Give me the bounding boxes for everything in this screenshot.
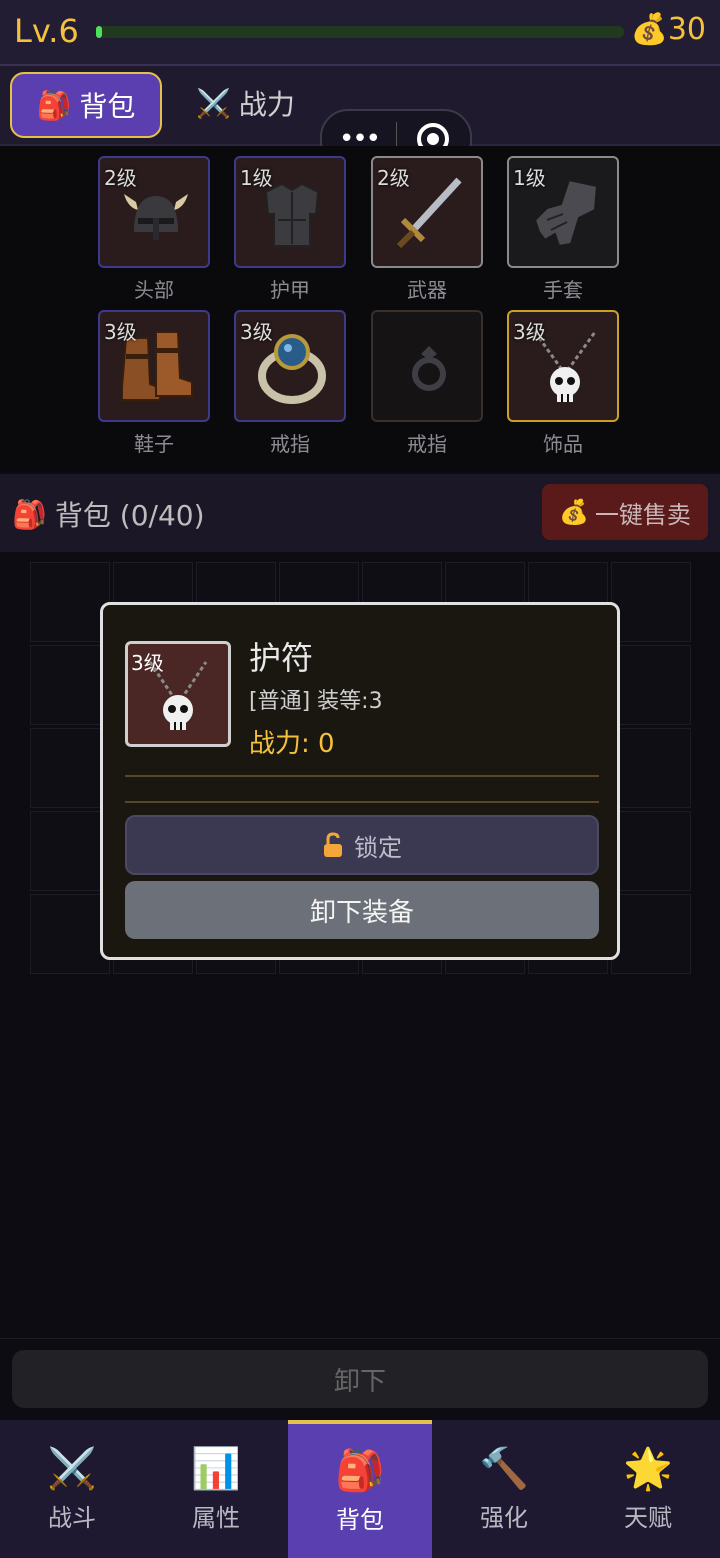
bag-title-text: 背包 (0/40) <box>54 499 205 532</box>
equip-slot-head[interactable]: 2级 <box>98 156 210 268</box>
nav-enhance-label: 强化 <box>480 1504 528 1532</box>
sell-all-label: 一键售卖 <box>594 500 691 529</box>
modal-item-power: 战力: 0 <box>249 729 335 759</box>
tab-power-label: 战力 <box>238 88 295 121</box>
slot-label-boots: 鞋子 <box>134 432 174 456</box>
player-level: Lv.6 <box>14 12 79 50</box>
backpack-icon: 🎒 <box>12 497 47 531</box>
money-bag-icon: 💰 <box>630 12 668 47</box>
unequip-button[interactable]: 卸下装备 <box>125 881 599 939</box>
bag-cell[interactable] <box>30 728 110 808</box>
bag-cell[interactable] <box>611 562 691 642</box>
slot-label-armor: 护甲 <box>270 278 310 302</box>
item-detail-modal: 3级 护符 [普通] 装等:3 战力: 0 锁定 卸下装备 <box>100 602 620 960</box>
tab-power[interactable]: ⚔️ 战力 <box>196 72 295 134</box>
slot-label-ring-2: 戒指 <box>407 432 447 456</box>
nav-enhance[interactable]: 🔨 强化 <box>432 1420 576 1558</box>
bar-chart-icon: 📊 <box>191 1446 241 1492</box>
equip-slot-ring-2[interactable] <box>371 310 483 422</box>
equip-slot-boots[interactable]: 3级 <box>98 310 210 422</box>
slot-level: 1级 <box>513 166 546 190</box>
star-burst-icon: 🌟 <box>623 1446 673 1492</box>
nav-backpack[interactable]: 🎒 背包 <box>288 1420 432 1558</box>
bag-cell[interactable] <box>30 894 110 974</box>
slot-label-ring-1: 戒指 <box>270 432 310 456</box>
bag-cell[interactable] <box>611 811 691 891</box>
divider <box>125 775 599 777</box>
crossed-swords-icon: ⚔️ <box>196 86 231 120</box>
nav-battle[interactable]: ⚔️ 战斗 <box>0 1420 144 1558</box>
slot-level: 1级 <box>240 166 273 190</box>
slot-level: 2级 <box>104 166 137 190</box>
bag-cell[interactable] <box>611 728 691 808</box>
equip-slot-gloves[interactable]: 1级 <box>507 156 619 268</box>
slot-label-head: 头部 <box>134 278 174 302</box>
slot-label-gloves: 手套 <box>543 278 583 302</box>
gold-counter: 💰30 <box>630 12 706 47</box>
lock-button[interactable]: 锁定 <box>125 815 599 875</box>
skull-necklace-icon <box>148 661 208 730</box>
equip-slot-ring-1[interactable]: 3级 <box>234 310 346 422</box>
crossed-swords-icon: ⚔️ <box>47 1446 97 1492</box>
modal-item-desc: [普通] 装等:3 <box>249 689 383 714</box>
bag-cell[interactable] <box>30 645 110 725</box>
backpack-icon: 🎒 <box>36 88 72 122</box>
bag-cell[interactable] <box>30 811 110 891</box>
bottom-nav: ⚔️ 战斗 📊 属性 🎒 背包 🔨 强化 🌟 天赋 <box>0 1420 720 1558</box>
equip-slot-weapon[interactable]: 2级 <box>371 156 483 268</box>
money-bag-icon: 💰 <box>559 498 589 526</box>
nav-battle-label: 战斗 <box>48 1504 96 1532</box>
unlock-icon <box>324 832 342 857</box>
lock-label: 锁定 <box>354 833 402 862</box>
divider <box>125 801 599 803</box>
slot-label-weapon: 武器 <box>407 278 447 302</box>
tab-backpack-label: 背包 <box>79 90 136 123</box>
divider <box>0 1338 720 1339</box>
gold-amount: 30 <box>667 12 706 47</box>
nav-stats[interactable]: 📊 属性 <box>144 1420 288 1558</box>
slot-level: 2级 <box>377 166 410 190</box>
slot-level: 3级 <box>104 320 137 344</box>
equip-slot-armor[interactable]: 1级 <box>234 156 346 268</box>
nav-talent-label: 天赋 <box>624 1504 672 1532</box>
tab-backpack[interactable]: 🎒 背包 <box>10 72 162 138</box>
bag-header: 🎒 背包 (0/40) 💰 一键售卖 <box>0 474 720 552</box>
equipment-panel: 2级 1级 2级 1级 头部 护甲 武器 手套 3级 3级 3级 鞋子 戒指 戒… <box>0 146 720 472</box>
unload-button[interactable]: 卸下 <box>12 1350 708 1408</box>
modal-item-slot: 3级 <box>125 641 231 747</box>
bag-cell[interactable] <box>611 894 691 974</box>
slot-level: 3级 <box>513 320 546 344</box>
nav-stats-label: 属性 <box>192 1504 240 1532</box>
slot-label-accessory: 饰品 <box>543 432 583 456</box>
bag-title: 🎒 背包 (0/40) <box>12 494 205 534</box>
modal-item-name: 护符 <box>249 639 314 677</box>
top-bar: Lv.6 💰30 <box>0 0 720 66</box>
sell-all-button[interactable]: 💰 一键售卖 <box>542 484 708 540</box>
bag-cell[interactable] <box>611 645 691 725</box>
equip-slot-accessory[interactable]: 3级 <box>507 310 619 422</box>
backpack-icon: 🎒 <box>335 1448 385 1494</box>
bag-cell[interactable] <box>30 562 110 642</box>
empty-ring-icon <box>412 346 446 391</box>
xp-fill <box>96 26 102 38</box>
nav-backpack-label: 背包 <box>336 1506 384 1534</box>
slot-level: 3级 <box>240 320 273 344</box>
xp-bar <box>96 26 624 38</box>
hammer-icon: 🔨 <box>479 1446 529 1492</box>
nav-talent[interactable]: 🌟 天赋 <box>576 1420 720 1558</box>
